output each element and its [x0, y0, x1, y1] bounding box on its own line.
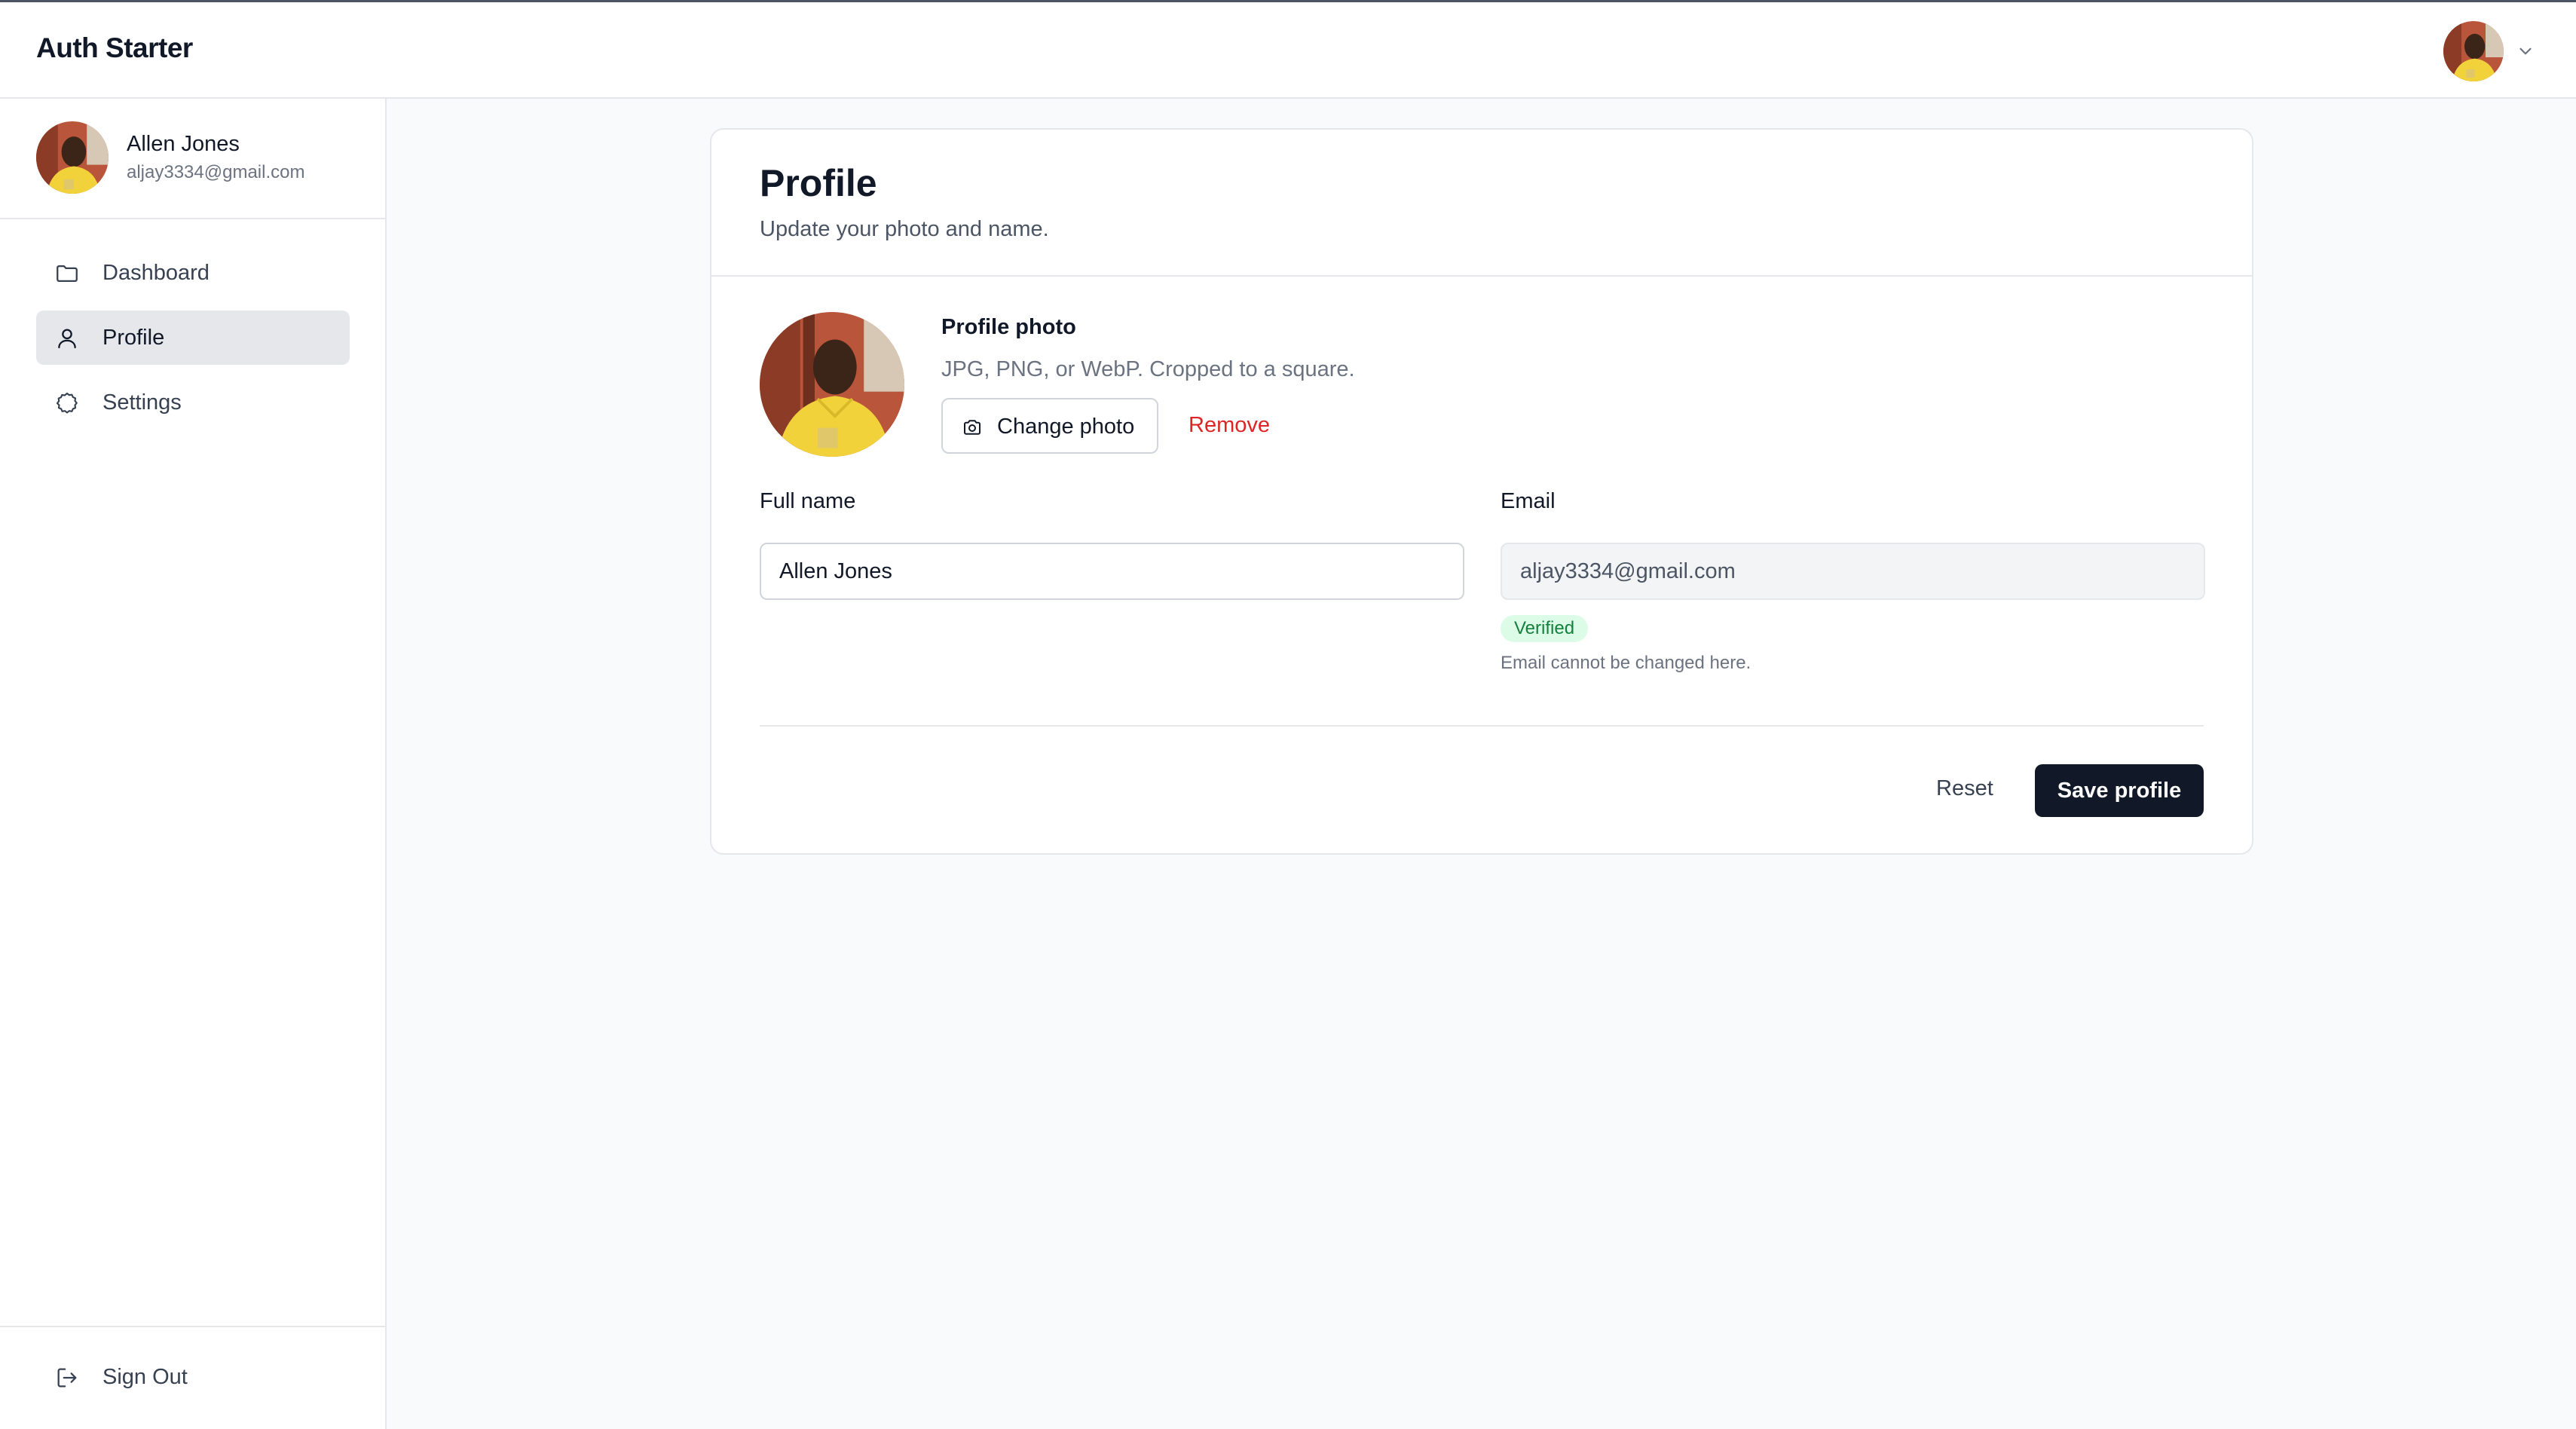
save-profile-button[interactable]: Save profile — [2035, 764, 2204, 817]
sidebar-item-dashboard[interactable]: Dashboard — [36, 246, 350, 300]
user-name: Allen Jones — [127, 132, 240, 156]
change-photo-button[interactable]: Change photo — [941, 398, 1158, 454]
sign-out-icon — [57, 1368, 77, 1388]
camera-icon — [964, 420, 981, 435]
reset-button[interactable]: Reset — [1936, 776, 1993, 801]
sidebar-user: Allen Jones aljay3334@gmail.com — [0, 99, 385, 219]
sidebar-item-profile[interactable]: Profile — [36, 311, 350, 365]
verified-badge: Verified — [1501, 615, 1589, 642]
email-note: Email cannot be changed here. — [1501, 653, 1751, 673]
profile-photo — [760, 312, 904, 457]
avatar[interactable] — [2443, 21, 2504, 81]
full-name-label: Full name — [760, 489, 856, 513]
avatar-photo — [2443, 21, 2504, 81]
sign-out-button[interactable]: Sign Out — [36, 1350, 350, 1404]
avatar — [36, 121, 109, 194]
folder-icon — [57, 265, 78, 283]
sidebar-item-label: Settings — [102, 390, 182, 415]
sidebar-footer: Sign Out — [0, 1326, 385, 1429]
profile-photo-image — [760, 312, 904, 457]
email-label: Email — [1501, 489, 1556, 513]
top-bar: Auth Starter — [0, 0, 2576, 99]
app-title[interactable]: Auth Starter — [36, 32, 193, 64]
email-field[interactable] — [1501, 543, 2205, 600]
page-title: Profile — [760, 162, 877, 204]
photo-hint: JPG, PNG, or WebP. Cropped to a square. — [941, 357, 1355, 381]
remove-photo-button[interactable]: Remove — [1189, 413, 1270, 438]
gear-icon — [56, 392, 78, 414]
user-icon — [58, 329, 76, 349]
photo-section-title: Profile photo — [941, 315, 1076, 339]
full-name-input[interactable] — [760, 543, 1464, 600]
sidebar-item-settings[interactable]: Settings — [36, 375, 350, 430]
chevron-down-icon[interactable] — [2516, 41, 2535, 61]
sidebar-item-label: Dashboard — [102, 261, 210, 285]
avatar-photo — [36, 121, 109, 194]
sign-out-label: Sign Out — [102, 1365, 188, 1389]
user-email: aljay3334@gmail.com — [127, 162, 305, 182]
card-header: Profile Update your photo and name. — [711, 130, 2252, 277]
sidebar: Allen Jones aljay3334@gmail.com Dashboar… — [0, 99, 387, 1429]
sidebar-item-label: Profile — [102, 326, 165, 350]
divider — [760, 725, 2204, 727]
page-subtitle: Update your photo and name. — [760, 217, 1049, 241]
change-photo-label: Change photo — [997, 415, 1135, 439]
profile-card: Profile Update your photo and name. Prof… — [710, 128, 2253, 855]
